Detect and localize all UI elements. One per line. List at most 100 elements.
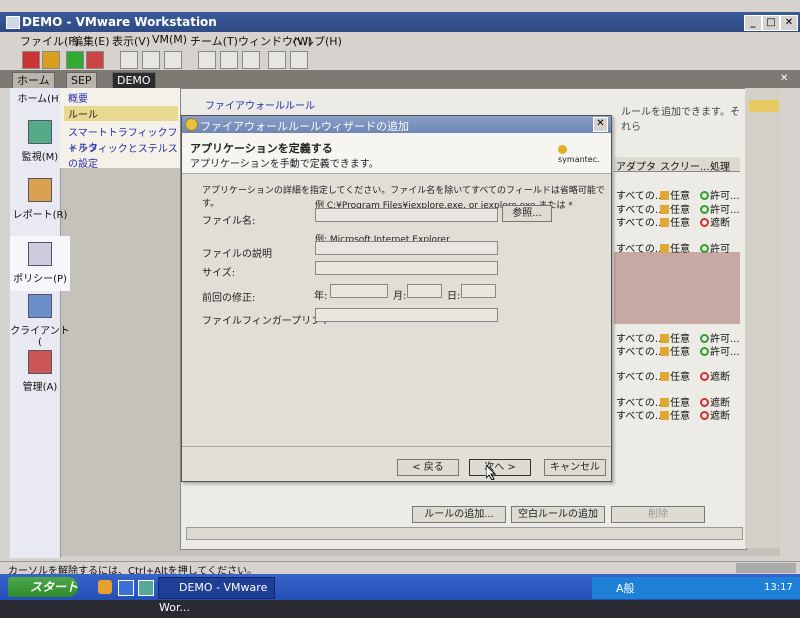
day-input[interactable]: [461, 284, 496, 298]
quick-launch-icon[interactable]: [98, 580, 112, 594]
nav-admin-label: 管理(A): [22, 382, 58, 393]
cancel-button[interactable]: キャンセル: [544, 459, 606, 476]
back-button[interactable]: < 戻る: [397, 459, 459, 476]
subnav-rules[interactable]: ルール: [64, 106, 178, 121]
any-icon: [660, 244, 669, 253]
next-button[interactable]: 次へ >: [469, 459, 531, 476]
any-icon: [660, 347, 669, 356]
clients-icon: [28, 294, 52, 318]
rule-row[interactable]: すべての... 任意 遮断: [614, 394, 740, 409]
play-icon[interactable]: [66, 51, 84, 69]
fingerprint-label: ファイルフィンガープリント: [202, 316, 332, 327]
console-icon[interactable]: [290, 51, 308, 69]
rule-adapter: すべての...: [616, 372, 665, 383]
rule-row[interactable]: すべての... 任意 許可...: [614, 201, 740, 216]
year-label: 年:: [314, 291, 328, 302]
tab-demo[interactable]: DEMO: [112, 72, 156, 88]
nav-clients[interactable]: クライアント(: [10, 294, 70, 348]
filename-input[interactable]: [315, 208, 498, 222]
col-action[interactable]: 処理: [710, 158, 730, 173]
dialog-heading: アプリケーションを定義する: [190, 142, 333, 155]
maximize-button[interactable]: □: [762, 15, 780, 31]
start-button[interactable]: スタート: [8, 577, 78, 597]
sub-nav: 概要 ルール スマートトラフィックフィルタ トラフィックとステルスの設定: [60, 88, 180, 170]
menu-file[interactable]: ファイル(F): [20, 33, 79, 49]
rule-row[interactable]: すべての... 任意 遮断: [614, 214, 740, 229]
rule-action: 許可...: [700, 187, 740, 202]
reset-icon[interactable]: [86, 51, 104, 69]
quick-switch-icon[interactable]: [242, 51, 260, 69]
menu-view[interactable]: 表示(V): [112, 33, 150, 49]
month-input[interactable]: [407, 284, 442, 298]
rule-row[interactable]: すべての... 任意 遮断: [614, 368, 740, 383]
col-screensaver[interactable]: スクリー...: [660, 158, 710, 173]
snapshot-icon[interactable]: [120, 51, 138, 69]
any-icon: [660, 205, 669, 214]
dialog-close-button[interactable]: ✕: [593, 117, 608, 132]
quick-launch-icon[interactable]: [118, 580, 134, 596]
tab-sep[interactable]: SEP: [66, 72, 97, 88]
close-button[interactable]: ✕: [780, 15, 798, 31]
rule-row[interactable]: すべての... 任意 許可: [614, 240, 740, 255]
menu-team[interactable]: チーム(T): [190, 33, 238, 49]
subnav-overview[interactable]: 概要: [68, 90, 88, 105]
rule-screen: 任意: [660, 214, 690, 229]
start-button-label: スタート: [30, 580, 79, 594]
rule-row[interactable]: すべての... 任意 遮断: [614, 407, 740, 422]
snapshot-manager-icon[interactable]: [164, 51, 182, 69]
filename-label: ファイル名:: [202, 216, 256, 227]
add-blank-rule-button[interactable]: 空白ルールの追加: [511, 506, 605, 523]
tab-home[interactable]: ホーム: [12, 72, 55, 88]
summary-icon[interactable]: [268, 51, 286, 69]
quick-launch-icon[interactable]: [138, 580, 154, 596]
revert-icon[interactable]: [142, 51, 160, 69]
allow-icon: [700, 191, 709, 200]
nav-reports[interactable]: レポート(R): [10, 178, 70, 221]
symantec-brand: symantec.: [558, 155, 600, 164]
description-input[interactable]: [315, 241, 498, 255]
fullscreen-icon[interactable]: [220, 51, 238, 69]
size-input[interactable]: [315, 261, 498, 275]
fingerprint-input[interactable]: [315, 308, 498, 322]
nav-policies[interactable]: ポリシー(P): [10, 236, 70, 291]
sidebar-icon[interactable]: [198, 51, 216, 69]
subnav-traffic-stealth[interactable]: トラフィックとステルスの設定: [68, 140, 180, 170]
rule-row[interactable]: すべての... 任意 許可...: [614, 187, 740, 202]
block-icon: [700, 398, 709, 407]
menu-help[interactable]: ヘルプ(H): [292, 33, 342, 49]
block-icon: [700, 372, 709, 381]
symantec-logo-icon: [558, 145, 567, 154]
add-rule-button[interactable]: ルールの追加...: [412, 506, 506, 523]
allow-icon: [700, 244, 709, 253]
horizontal-scrollbar[interactable]: [186, 527, 743, 540]
menu-edit[interactable]: 編集(E): [72, 33, 110, 49]
col-adapter[interactable]: アダプタ: [616, 158, 656, 173]
dialog-title: ファイアウォールルールウィザードの追加: [200, 120, 409, 133]
rule-adapter: すべての...: [616, 347, 665, 358]
year-input[interactable]: [330, 284, 388, 298]
firewall-rule-wizard-dialog: ファイアウォールルールウィザードの追加 ✕ アプリケーションを定義する アプリケ…: [181, 115, 612, 482]
section-label: ファイアウォールルール: [205, 101, 315, 112]
taskbar-vmware-button[interactable]: DEMO - VMware Wor...: [158, 577, 275, 614]
rule-action-label: 遮断: [710, 372, 730, 383]
device-icons[interactable]: [736, 563, 796, 573]
nav-reports-label: レポート(R): [12, 210, 68, 221]
power-off-icon[interactable]: [22, 51, 40, 69]
nav-admin[interactable]: 管理(A): [10, 350, 70, 393]
allow-icon: [700, 347, 709, 356]
rule-row[interactable]: すべての... 任意 許可...: [614, 330, 740, 345]
any-icon: [660, 398, 669, 407]
taskbar-task-label: DEMO - VMware Wor...: [159, 581, 268, 614]
rules-header: アダプタ スクリー... 処理: [614, 157, 740, 173]
close-tab-icon[interactable]: ✕: [780, 73, 788, 84]
rule-adapter: すべての...: [616, 244, 665, 255]
minimize-button[interactable]: _: [744, 15, 762, 31]
rule-row[interactable]: すべての... 任意 許可...: [614, 343, 740, 358]
delete-button[interactable]: 削除: [611, 506, 705, 523]
menu-vm[interactable]: VM(M): [152, 33, 187, 46]
dialog-subheading: アプリケーションを手動で定義できます。: [190, 159, 379, 170]
tab-home-label: ホーム: [17, 74, 50, 87]
pause-icon[interactable]: [42, 51, 60, 69]
browse-button[interactable]: 参照...: [502, 205, 552, 222]
ime-indicator[interactable]: A般: [616, 580, 635, 596]
